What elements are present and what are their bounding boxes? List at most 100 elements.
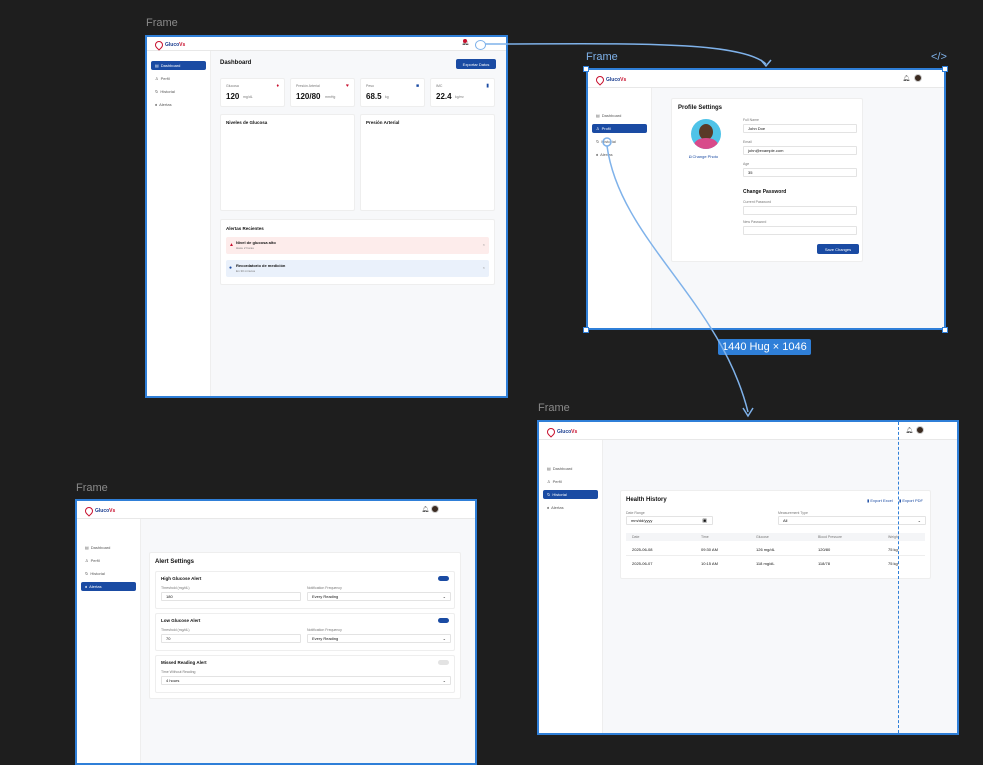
change-photo-button[interactable]: ◘ Change Photo [689,154,718,159]
avatar[interactable] [916,426,924,434]
sidebar-item-profile[interactable]: ♙ Perfil [543,477,598,486]
close-icon[interactable]: × [483,265,485,270]
alert-settings-card: Alert Settings High Glucose Alert Thresh… [149,552,461,699]
bmi-icon: ▮ [486,83,489,89]
alerts-frame[interactable]: GlucoVs 🔔︎ ▤ Dashboard ♙ Perfil ↻ Historial… [75,499,477,765]
heart-icon: ♥ [346,83,349,89]
notification-badge [463,39,467,43]
sidebar-item-history[interactable]: ↻ Historial [151,87,206,96]
scale-icon: ■ [415,83,419,89]
bell-icon: ♠ [85,584,88,589]
bell-icon: ♠ [596,152,599,157]
sidebar-item-alerts[interactable]: ♠ Alertas [543,503,598,512]
resize-handle[interactable] [583,66,589,72]
profile-frame[interactable]: GlucoVs 🔔︎ ▤ Dashboard ♙ Profil ↻ Historial… [586,68,946,330]
bell-icon: ♠ [547,505,550,510]
sidebar-item-alerts[interactable]: ♠ Alertas [592,150,647,159]
date-range-field[interactable]: mm/dd/yyyy ▣ [626,516,713,525]
history-icon: ↻ [596,139,600,144]
chevron-down-icon: ⌄ [442,636,446,641]
sidebar-item-dashboard[interactable]: ▤ Dashboard [592,111,647,120]
page-title: Alert Settings [155,559,195,565]
sidebar-item-dashboard[interactable]: ▤ Dashboard [81,543,136,552]
bell-icon[interactable]: 🔔︎ [902,75,910,82]
chart-icon: ▤ [155,63,159,68]
avatar[interactable] [914,74,922,82]
bell-icon[interactable]: 🔔︎ [905,427,913,434]
high-glucose-toggle[interactable] [438,576,449,581]
bell-icon: ♠ [155,102,158,107]
sidebar-item-profile[interactable]: ♙ Perfil [81,556,136,565]
connector-line [484,43,767,65]
sidebar-item-history[interactable]: ↻ Historial [592,137,647,146]
user-icon: ♙ [596,126,600,131]
alert-item-high-glucose[interactable]: ▲ Nivel de glucosa alto Hace 2 horas × [226,237,489,254]
time-without-reading-select[interactable]: 4 hours ⌄ [161,676,451,685]
current-password-field[interactable] [743,206,857,215]
avatar[interactable] [431,505,439,513]
sidebar-item-alerts[interactable]: ♠ Alertas [81,582,136,591]
guide-line [898,422,899,733]
arrow-head [760,59,772,68]
email-field[interactable]: john@example.com [743,146,857,155]
missed-reading-section: Missed Reading Alert Time Without Readin… [155,655,455,693]
stat-card-bmi: IMC 22.4 kg/m² ▮ [430,78,495,107]
sidebar-item-history[interactable]: ↻ Historial [543,490,598,499]
sidebar-item-history[interactable]: ↻ Historial [81,569,136,578]
sidebar-item-alerts[interactable]: ♠ Alertas [151,100,206,109]
bell-icon[interactable]: 🔔︎ [421,506,429,513]
chevron-down-icon: ⌄ [917,518,921,523]
high-glucose-section: High Glucose Alert Threshold (mg/dL) 180… [155,571,455,609]
frame-label: Frame [538,402,570,414]
blood-pressure-chart-card: Presión Arterial [360,114,495,211]
frame-label: Frame [146,17,178,29]
warning-icon: ▲ [229,242,234,248]
calendar-icon[interactable]: ▣ [702,518,707,524]
resize-handle[interactable] [583,327,589,333]
save-changes-button[interactable]: Save Changes [817,244,859,254]
drop-icon: ♦ [276,83,279,89]
recent-alerts-card: Alertas Recientes ▲ Nivel de glucosa alt… [220,219,495,285]
sidebar-item-dashboard[interactable]: ▤ Dashboard [543,464,598,473]
chart-icon: ▤ [596,113,600,118]
sidebar-item-profile[interactable]: ♙ Perfil [151,74,206,83]
stat-card-weight: Peso 68.5 kg ■ [360,78,425,107]
history-icon: ↻ [547,492,551,497]
history-frame[interactable]: GlucoVs 🔔︎ ▤ Dashboard ♙ Perfil ↻ Historial… [537,420,959,735]
info-icon: ● [229,265,233,271]
alert-item-reminder[interactable]: ● Recordatorio de medición En 30 minutos… [226,260,489,277]
prototype-connector-handle[interactable] [475,40,486,50]
high-frequency-select[interactable]: Every Reading ⌄ [307,592,451,601]
table-row[interactable]: 2025-06-07 10:15 AM 118 mg/dL 118/78 75 … [626,558,925,570]
measurement-type-select[interactable]: All ⌄ [778,516,926,525]
close-icon[interactable]: × [483,242,485,247]
low-glucose-section: Low Glucose Alert Threshold (mg/dL) 70 N… [155,613,455,651]
chart-icon: ▤ [547,466,551,471]
page-title: Profile Settings [678,105,723,111]
table-row[interactable]: 2025-06-08 09:30 AM 126 mg/dL 120/80 75 … [626,544,925,556]
dashboard-frame[interactable]: GlucoVs 🔔︎ ▤ Dashboard ♙ Perfil ↻ Historial… [145,35,508,398]
high-threshold-field[interactable]: 180 [161,592,301,601]
low-glucose-toggle[interactable] [438,618,449,623]
missed-reading-toggle[interactable] [438,660,449,665]
user-icon: ♙ [155,76,159,81]
export-data-button[interactable]: Exportar Datos [456,59,496,69]
sidebar-item-dashboard[interactable]: ▤ Dashboard [151,61,206,70]
export-excel-button[interactable]: ▮ Export Excel [867,498,893,503]
stat-card-glucose: Glucosa 120 mg/dL ♦ [220,78,285,107]
profile-settings-card: Profile Settings ◘ Change Photo Full Nam… [671,98,863,262]
low-threshold-field[interactable]: 70 [161,634,301,643]
low-frequency-select[interactable]: Every Reading ⌄ [307,634,451,643]
sidebar-item-profile[interactable]: ♙ Profil [592,124,647,133]
export-pdf-button[interactable]: ▮ Export PDF [899,498,923,503]
health-history-card: Health History ▮ Export Excel ▮ Export P… [620,490,931,579]
logo: GlucoVs [153,38,185,51]
resize-handle[interactable] [942,66,948,72]
full-name-field[interactable]: John Doe [743,124,857,133]
code-icon[interactable]: </> [931,51,947,63]
new-password-field[interactable] [743,226,857,235]
table-header: Date Time Glucose Blood Pressure Weight [626,533,925,541]
age-field[interactable]: 35 [743,168,857,177]
resize-handle[interactable] [942,327,948,333]
stat-card-blood-pressure: Presión Arterial 120/80 mmHg ♥ [290,78,355,107]
